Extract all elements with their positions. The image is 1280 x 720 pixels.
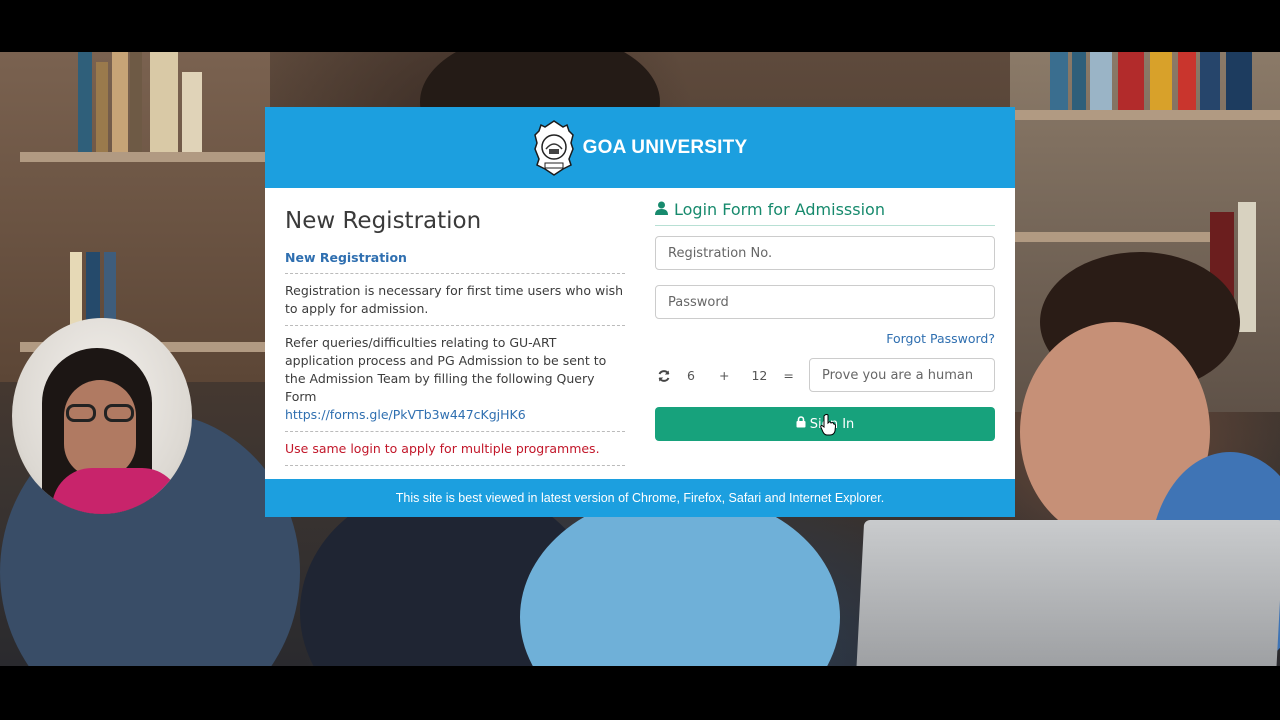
browser-notice-text: This site is best viewed in latest versi… (395, 491, 885, 505)
browser-notice-footer: This site is best viewed in latest versi… (265, 479, 1015, 517)
multi-programme-warning: Use same login to apply for multiple pro… (285, 441, 600, 456)
registration-number-input[interactable] (655, 236, 995, 270)
query-form-link[interactable]: https://forms.gle/PkVTb3w447cKgjHK6 (285, 407, 526, 422)
goa-university-seal-icon (533, 119, 575, 177)
captcha-row: 6 + 12 = (655, 358, 995, 392)
login-form-title-text: Login Form for Admisssion (674, 200, 885, 219)
card-body: New Registration New Registration Regist… (265, 188, 1015, 479)
info-row: New Registration (285, 244, 625, 274)
password-input[interactable] (655, 285, 995, 319)
brand-name: GOA UNIVERSITY (582, 136, 748, 158)
laptop (855, 520, 1280, 666)
webcam-overlay (12, 318, 192, 514)
refresh-icon[interactable] (657, 368, 671, 382)
info-row: Refer queries/difficulties relating to G… (285, 326, 625, 432)
card-header: GOA UNIVERSITY (265, 107, 1015, 188)
person-shirt (520, 492, 840, 666)
captcha-equals: = (783, 367, 794, 383)
info-row: Use same login to apply for multiple pro… (285, 432, 625, 466)
captcha-operand-b: 12 (751, 367, 768, 383)
user-icon (655, 200, 668, 219)
admission-card: GOA UNIVERSITY New Registration New Regi… (265, 107, 1015, 517)
lock-icon (796, 416, 806, 432)
captcha-operator: + (718, 367, 730, 383)
login-form-title: Login Form for Admisssion (655, 200, 995, 226)
page-title: New Registration (285, 208, 482, 234)
new-registration-panel: New Registration New Registration Regist… (285, 188, 625, 466)
forgot-password-link[interactable]: Forgot Password? (655, 331, 995, 346)
captcha-operand-a: 6 (687, 367, 695, 383)
registration-note: Registration is necessary for first time… (285, 283, 624, 316)
query-text: Refer queries/difficulties relating to G… (285, 335, 607, 404)
login-panel: Login Form for Admisssion Forgot Passwor… (655, 188, 995, 441)
info-row: Registration is necessary for first time… (285, 274, 625, 326)
new-registration-link[interactable]: New Registration (285, 250, 407, 265)
hand-cursor-icon (820, 414, 837, 436)
captcha-answer-input[interactable] (809, 358, 995, 392)
